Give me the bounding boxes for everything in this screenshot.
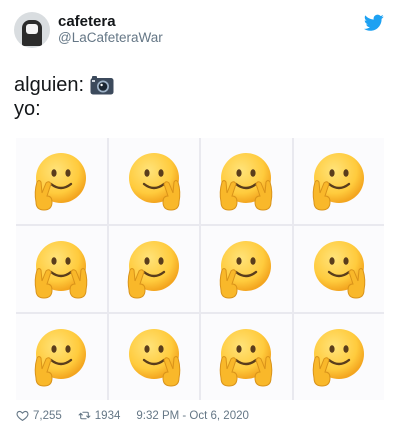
smiling-face-peace-sign-emoji xyxy=(312,329,364,387)
emoji-cell xyxy=(108,226,199,312)
retweet-count[interactable]: 1934 xyxy=(95,410,121,422)
retweet-icon[interactable] xyxy=(78,409,91,422)
display-name[interactable]: cafetera xyxy=(58,13,116,30)
smiling-face-peace-sign-emoji xyxy=(312,153,364,211)
heart-icon[interactable] xyxy=(16,409,29,422)
twitter-bird-icon[interactable] xyxy=(364,14,384,32)
emoji-cell xyxy=(16,226,107,312)
emoji-cell xyxy=(201,314,292,400)
emoji-cell xyxy=(16,138,107,224)
emoji-cell xyxy=(108,138,199,224)
tweet-line-1: alguien: xyxy=(14,74,85,96)
like-count[interactable]: 7,255 xyxy=(33,410,62,422)
emoji-cell xyxy=(293,138,384,224)
smiling-face-peace-sign-emoji xyxy=(127,241,179,299)
emoji-cell xyxy=(293,314,384,400)
tweet-line-2: yo: xyxy=(14,98,41,120)
user-handle[interactable]: @LaCafeteraWar xyxy=(58,30,163,45)
tweet-text: alguien: yo: xyxy=(14,73,114,121)
smiling-face-peace-sign-emoji xyxy=(34,241,88,299)
smiling-face-peace-sign-emoji xyxy=(34,153,87,211)
smiling-face-peace-sign-emoji xyxy=(219,153,273,211)
emoji-cell xyxy=(293,226,384,312)
emoji-cell xyxy=(16,314,107,400)
avatar[interactable] xyxy=(14,12,50,48)
timestamp[interactable]: 9:32 PM - Oct 6, 2020 xyxy=(136,410,249,422)
emoji-cell xyxy=(108,314,199,400)
tweet-footer: 7,255 1934 9:32 PM - Oct 6, 2020 xyxy=(16,409,249,422)
smiling-face-peace-sign-emoji xyxy=(313,241,366,299)
emoji-cell xyxy=(201,226,292,312)
smiling-face-peace-sign-emoji xyxy=(128,153,181,211)
emoji-cell xyxy=(201,138,292,224)
smiling-face-peace-sign-emoji xyxy=(34,329,87,387)
camera-icon xyxy=(90,76,114,95)
smiling-face-peace-sign-emoji xyxy=(219,241,272,299)
emoji-grid[interactable] xyxy=(16,138,384,400)
smiling-face-peace-sign-emoji xyxy=(128,329,181,387)
smiling-face-peace-sign-emoji xyxy=(219,329,273,387)
